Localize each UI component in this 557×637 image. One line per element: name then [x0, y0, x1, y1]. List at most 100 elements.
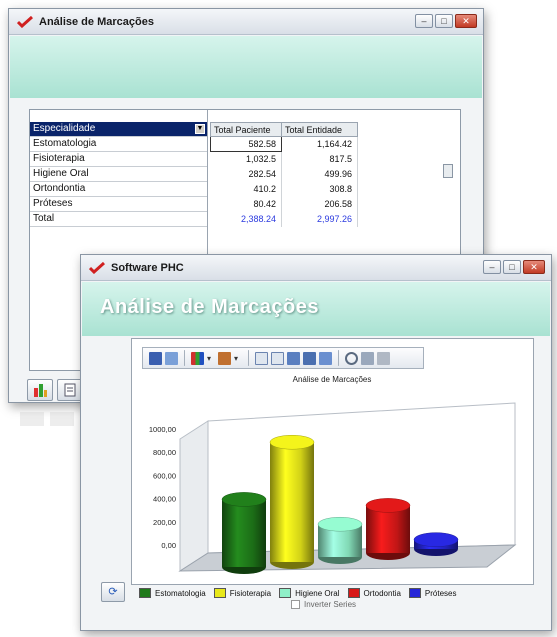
header-banner: Análise de Marcações — [82, 282, 550, 336]
toolbar-separator — [248, 350, 249, 366]
bar-fisioterapia[interactable] — [269, 434, 315, 569]
vertical-scrollbar[interactable] — [442, 128, 454, 188]
invert-series-label: Inverter Series — [304, 600, 357, 609]
total-entidade-value: 2,997.26 — [281, 211, 358, 227]
maximize-button[interactable]: □ — [435, 14, 453, 28]
legend-item: Ortodontia — [347, 588, 401, 598]
copy-icon[interactable] — [165, 351, 178, 365]
y-tick-label: 0,00 — [161, 541, 176, 550]
total-paciente-value: 2,388.24 — [210, 211, 282, 227]
specialty-header-label: Especialidade — [33, 123, 96, 134]
zoom-icon[interactable] — [345, 351, 358, 365]
refresh-button[interactable]: ⟳ — [101, 582, 125, 602]
y-tick-label: 600,00 — [153, 471, 176, 480]
specialty-dropdown[interactable]: Especialidade ▼ — [30, 122, 207, 137]
chart-legend: Estomatologia Fisioterapia Higiene Oral … — [133, 586, 531, 600]
minimize-button[interactable]: – — [483, 260, 501, 274]
cell-total-paciente[interactable]: 80.42 — [210, 196, 282, 212]
legend-label: Próteses — [424, 588, 457, 598]
bar-estomatologia[interactable] — [221, 492, 267, 574]
specialty-item[interactable]: Ortondontia — [30, 182, 207, 197]
minimize-button[interactable]: – — [415, 14, 433, 28]
legend-swatch — [408, 588, 421, 598]
chart-side-wall — [179, 420, 209, 572]
legend-item: Fisioterapia — [213, 588, 272, 598]
analise-window-titlebar[interactable]: Análise de Marcações – □ ✕ — [9, 9, 483, 35]
phc-logo-icon — [17, 15, 33, 28]
cell-total-entidade[interactable]: 206.58 — [281, 196, 358, 212]
bar-cap — [221, 492, 267, 507]
cell-total-entidade[interactable]: 499.96 — [281, 166, 358, 182]
properties-icon[interactable] — [361, 351, 374, 365]
cell-total-paciente[interactable]: 1,032.5 — [210, 151, 282, 167]
toolbar-separator — [184, 350, 185, 366]
legend-swatch — [213, 588, 226, 598]
cell-total-entidade[interactable]: 817.5 — [281, 151, 358, 167]
chart-panel: ▾ ▾ Análise de Marcações 1000,00 800,00 60… — [131, 338, 534, 585]
y-tick-label: 1000,00 — [149, 425, 176, 434]
dropdown-arrow-icon[interactable]: ▼ — [195, 124, 205, 134]
legend-label: Fisioterapia — [229, 588, 272, 598]
invert-series-checkbox[interactable]: Inverter Series — [291, 600, 356, 609]
bar-body — [222, 499, 266, 567]
legend-item: Próteses — [408, 588, 457, 598]
chart-toolbar: ▾ ▾ — [142, 347, 424, 369]
save-icon[interactable] — [149, 351, 162, 365]
window-title: Software PHC — [111, 261, 184, 274]
document-icon — [64, 383, 76, 397]
specialty-item[interactable]: Fisioterapia — [30, 152, 207, 167]
bar-ortodontia[interactable] — [365, 498, 411, 560]
legend-swatch — [347, 588, 360, 598]
table-row[interactable]: 80.42 206.58 — [210, 196, 358, 212]
page-icon[interactable] — [255, 351, 268, 365]
grid-view-icon[interactable] — [303, 351, 316, 365]
table-view-icon[interactable] — [287, 351, 300, 365]
page-icon[interactable] — [271, 351, 284, 365]
y-tick-label: 400,00 — [153, 495, 176, 504]
legend-item: Higiene Oral — [279, 588, 340, 598]
scrollbar-thumb[interactable] — [443, 164, 453, 178]
table-row[interactable]: 410.2 308.8 — [210, 181, 358, 197]
toolbar-separator — [338, 350, 339, 366]
bar-cap — [269, 434, 315, 450]
chart-area: Análise de Marcações 1000,00 800,00 600,00… — [149, 375, 517, 574]
totals-table: Total Paciente Total Entidade 582.58 1,1… — [210, 122, 358, 227]
button-reflection — [20, 412, 74, 426]
chevron-down-icon[interactable]: ▾ — [207, 354, 215, 363]
chart-type-icon[interactable] — [191, 351, 204, 365]
bar-higieneoral[interactable] — [317, 516, 363, 564]
cell-total-paciente[interactable]: 582.58 — [210, 136, 282, 152]
print-icon[interactable] — [377, 351, 390, 365]
cell-total-entidade[interactable]: 1,164.42 — [281, 136, 358, 152]
maximize-button[interactable]: □ — [503, 260, 521, 274]
table-row[interactable]: 582.58 1,164.42 — [210, 136, 358, 152]
bar-cap — [317, 516, 363, 532]
cell-total-paciente[interactable]: 282.54 — [210, 166, 282, 182]
close-button[interactable]: ✕ — [523, 260, 545, 274]
window-title: Análise de Marcações — [39, 15, 154, 28]
legend-label: Ortodontia — [363, 588, 401, 598]
total-row: 2,388.24 2,997.26 — [210, 211, 358, 227]
chart-view-button[interactable] — [27, 379, 53, 401]
y-tick-label: 200,00 — [153, 518, 176, 527]
checkbox-box[interactable] — [291, 600, 300, 609]
chevron-down-icon[interactable]: ▾ — [234, 354, 242, 363]
table-row[interactable]: 1,032.5 817.5 — [210, 151, 358, 167]
specialty-item[interactable]: Próteses — [30, 197, 207, 212]
chart-title: Análise de Marcações — [293, 375, 372, 384]
image-icon[interactable] — [319, 351, 332, 365]
specialty-item[interactable]: Estomatologia — [30, 137, 207, 152]
cell-total-entidade[interactable]: 308.8 — [281, 181, 358, 197]
software-phc-titlebar[interactable]: Software PHC – □ ✕ — [81, 255, 551, 281]
specialty-item[interactable]: Higiene Oral — [30, 167, 207, 182]
refresh-icon: ⟳ — [108, 586, 118, 598]
column-header-total-paciente[interactable]: Total Paciente — [210, 122, 282, 137]
close-button[interactable]: ✕ — [455, 14, 477, 28]
table-row[interactable]: 282.54 499.96 — [210, 166, 358, 182]
palette-icon[interactable] — [218, 351, 231, 365]
column-header-total-entidade[interactable]: Total Entidade — [281, 122, 358, 137]
bar-prteses[interactable] — [413, 532, 459, 556]
cell-total-paciente[interactable]: 410.2 — [210, 181, 282, 197]
legend-swatch — [279, 588, 292, 598]
phc-logo-icon — [89, 261, 105, 274]
